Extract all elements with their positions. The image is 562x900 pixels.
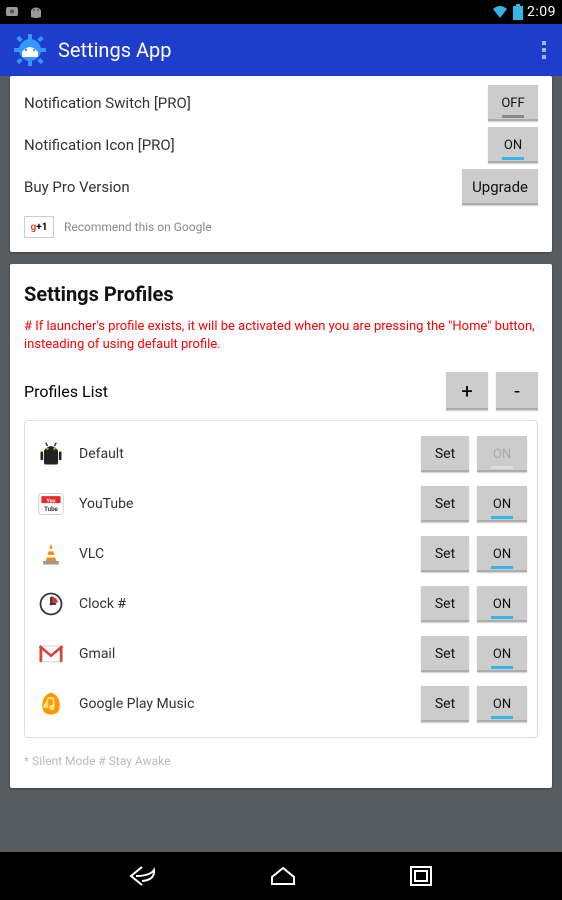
profile-toggle[interactable]: ON bbox=[477, 436, 527, 472]
vlc-icon bbox=[35, 538, 67, 570]
recent-apps-button[interactable] bbox=[408, 864, 434, 888]
youtube-icon: YouTube bbox=[35, 488, 67, 520]
navigation-bar bbox=[0, 852, 562, 900]
list-item: VLC Set ON bbox=[35, 529, 527, 579]
back-button[interactable] bbox=[128, 864, 158, 888]
top-settings-card: Notification Switch [PRO] OFF Notificati… bbox=[10, 76, 552, 252]
setting-label: Notification Switch [PRO] bbox=[24, 94, 191, 112]
legend-text: * Silent Mode # Stay Awake bbox=[24, 754, 538, 768]
profile-name: Gmail bbox=[79, 646, 409, 662]
profile-toggle[interactable]: ON bbox=[477, 686, 527, 722]
setting-row: Notification Switch [PRO] OFF bbox=[24, 82, 538, 124]
notification-icon-toggle[interactable]: ON bbox=[488, 127, 538, 163]
profile-name: VLC bbox=[79, 546, 409, 562]
profiles-hint: # If launcher's profile exists, it will … bbox=[24, 318, 538, 354]
set-button[interactable]: Set bbox=[421, 436, 469, 472]
list-item: Gmail Set ON bbox=[35, 629, 527, 679]
android-debug-icon bbox=[28, 5, 44, 19]
battery-icon bbox=[513, 4, 523, 20]
clock-icon bbox=[35, 588, 67, 620]
setting-row: Notification Icon [PRO] ON bbox=[24, 124, 538, 166]
profile-name: YouTube bbox=[79, 496, 409, 512]
section-title: Settings Profiles bbox=[24, 282, 538, 306]
set-button[interactable]: Set bbox=[421, 586, 469, 622]
list-item: Clock # Set ON bbox=[35, 579, 527, 629]
setting-label: Notification Icon [PRO] bbox=[24, 136, 175, 154]
list-item: Default Set ON bbox=[35, 429, 527, 479]
svg-text:You: You bbox=[47, 499, 56, 505]
list-item: YouTube YouTube Set ON bbox=[35, 479, 527, 529]
profile-toggle[interactable]: ON bbox=[477, 536, 527, 572]
profile-name: Default bbox=[79, 446, 409, 462]
set-button[interactable]: Set bbox=[421, 686, 469, 722]
home-button[interactable] bbox=[268, 864, 298, 888]
profiles-list: Default Set ON YouTube YouTube Set ON VL… bbox=[24, 420, 538, 738]
add-profile-button[interactable]: + bbox=[446, 372, 488, 410]
play-music-icon bbox=[35, 688, 67, 720]
app-title: Settings App bbox=[58, 38, 538, 62]
status-bar: 2:09 bbox=[0, 0, 562, 24]
profiles-list-title: Profiles List bbox=[24, 382, 108, 401]
setting-row: Buy Pro Version Upgrade bbox=[24, 166, 538, 208]
profiles-card: Settings Profiles # If launcher's profil… bbox=[10, 264, 552, 788]
profile-toggle[interactable]: ON bbox=[477, 486, 527, 522]
notification-icon bbox=[6, 5, 22, 19]
svg-text:Tube: Tube bbox=[44, 506, 58, 513]
set-button[interactable]: Set bbox=[421, 536, 469, 572]
app-icon bbox=[12, 32, 48, 68]
gplus-badge-icon: g+1 bbox=[24, 216, 54, 238]
overflow-menu-button[interactable] bbox=[538, 37, 550, 63]
profile-name: Google Play Music bbox=[79, 696, 409, 712]
gmail-icon bbox=[35, 638, 67, 670]
android-icon bbox=[35, 438, 67, 470]
profile-toggle[interactable]: ON bbox=[477, 586, 527, 622]
wifi-icon bbox=[491, 5, 509, 19]
app-bar: Settings App bbox=[0, 24, 562, 76]
remove-profile-button[interactable]: - bbox=[496, 372, 538, 410]
set-button[interactable]: Set bbox=[421, 636, 469, 672]
clock-time: 2:09 bbox=[527, 4, 556, 20]
setting-label: Buy Pro Version bbox=[24, 178, 130, 196]
profile-name: Clock # bbox=[79, 596, 409, 612]
set-button[interactable]: Set bbox=[421, 486, 469, 522]
list-item: Google Play Music Set ON bbox=[35, 679, 527, 729]
google-plus-row[interactable]: g+1 Recommend this on Google bbox=[24, 216, 538, 238]
notification-switch-toggle[interactable]: OFF bbox=[488, 85, 538, 121]
upgrade-button[interactable]: Upgrade bbox=[462, 169, 538, 205]
gplus-text: Recommend this on Google bbox=[64, 220, 212, 234]
profile-toggle[interactable]: ON bbox=[477, 636, 527, 672]
